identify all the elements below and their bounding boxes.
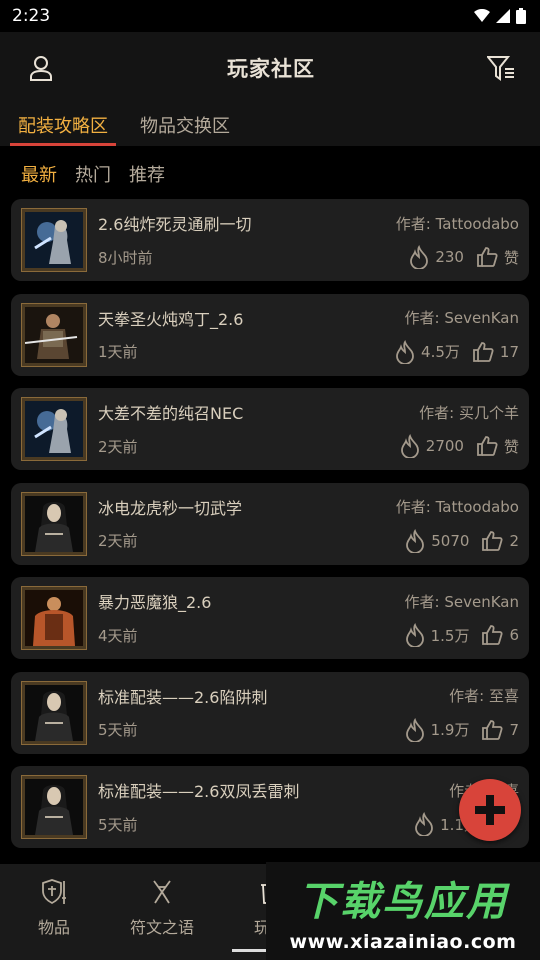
thumbs-up-icon[interactable] bbox=[481, 624, 503, 646]
post-avatar bbox=[21, 680, 87, 745]
post-time: 2天前 bbox=[98, 532, 138, 550]
shield-sword-icon bbox=[42, 879, 66, 905]
post-title: 标准配装——2.6双凤丢雷刺 bbox=[98, 782, 300, 801]
page-title: 玩家社区 bbox=[227, 57, 315, 81]
thumbs-up-icon[interactable] bbox=[476, 435, 498, 457]
thumbs-up-icon[interactable] bbox=[481, 530, 503, 552]
flame-icon bbox=[405, 717, 424, 742]
post-likes: 7 bbox=[509, 720, 519, 739]
post-avatar bbox=[21, 208, 87, 272]
post-avatar bbox=[21, 586, 87, 650]
tab-recommended[interactable]: 推荐 bbox=[129, 161, 165, 187]
sort-tabs: 最新 热门 推荐 bbox=[0, 146, 540, 202]
post-card[interactable]: 大差不差的纯召NEC 作者: 买几个羊 2天前 2700 赞 bbox=[11, 388, 529, 470]
post-title: 大差不差的纯召NEC bbox=[98, 404, 244, 423]
post-avatar bbox=[21, 302, 87, 367]
post-author: 作者: 至喜 bbox=[449, 687, 519, 705]
thumbs-up-icon[interactable] bbox=[472, 341, 494, 363]
post-likes: 6 bbox=[509, 626, 519, 644]
post-card[interactable]: 冰电龙虎秒一切武学 作者: Tattoodabo 2天前 5070 2 bbox=[11, 482, 529, 565]
post-likes: 2 bbox=[509, 531, 519, 550]
tab-latest[interactable]: 最新 bbox=[21, 161, 57, 187]
post-author: 作者: SevenKan bbox=[404, 592, 519, 611]
plus-icon bbox=[475, 795, 505, 825]
post-time: 5天前 bbox=[98, 815, 138, 834]
user-icon bbox=[30, 56, 52, 81]
post-title: 暴力恶魔狼_2.6 bbox=[98, 593, 212, 612]
watermark-url: www.xiazainiao.com bbox=[289, 931, 517, 953]
post-title: 标准配装——2.6陷阱刺 bbox=[98, 687, 268, 707]
post-title: 冰电龙虎秒一切武学 bbox=[98, 498, 243, 518]
post-heat: 5070 bbox=[431, 531, 470, 550]
flame-icon bbox=[405, 623, 424, 647]
tab-hot[interactable]: 热门 bbox=[75, 161, 111, 187]
nav-items-label: 物品 bbox=[37, 918, 70, 937]
add-post-button[interactable] bbox=[459, 779, 521, 841]
flame-icon bbox=[410, 245, 429, 269]
flame-icon bbox=[396, 339, 414, 364]
post-card[interactable]: 暴力恶魔狼_2.6 作者: SevenKan 4天前 1.5万 6 bbox=[11, 577, 529, 659]
post-time: 4天前 bbox=[98, 626, 138, 645]
post-avatar bbox=[21, 775, 87, 839]
post-author: 作者: Tattoodabo bbox=[395, 214, 519, 233]
nav-items[interactable]: 物品 bbox=[0, 864, 108, 960]
tab-item-trade[interactable]: 物品交换区 bbox=[132, 104, 238, 146]
post-heat: 1.9万 bbox=[430, 721, 470, 739]
main-tabs: 配装攻略区 物品交换区 bbox=[0, 104, 540, 146]
profile-button[interactable] bbox=[26, 53, 56, 83]
post-avatar bbox=[21, 397, 87, 461]
post-author: 作者: Tattoodabo bbox=[395, 498, 519, 516]
post-card[interactable]: 标准配装——2.6陷阱刺 作者: 至喜 5天前 1.9万 7 bbox=[11, 671, 529, 754]
post-heat: 4.5万 bbox=[421, 343, 460, 361]
watermark-brand: 下载鸟应用 bbox=[298, 879, 508, 925]
post-likes: 赞 bbox=[503, 248, 519, 267]
post-likes: 赞 bbox=[503, 437, 519, 456]
watermark: 下载鸟应用 www.xiazainiao.com bbox=[266, 862, 540, 960]
signal-icon bbox=[496, 9, 510, 23]
post-heat: 1.5万 bbox=[430, 626, 470, 645]
rune-icon bbox=[153, 880, 171, 904]
flame-icon bbox=[400, 434, 419, 458]
app-header: 玩家社区 bbox=[0, 32, 540, 104]
post-time: 1天前 bbox=[98, 343, 138, 361]
post-card[interactable]: 2.6纯炸死灵通刷一切 作者: Tattoodabo 8小时前 230 赞 bbox=[11, 199, 529, 281]
wifi-icon bbox=[474, 9, 490, 22]
flame-icon bbox=[406, 528, 425, 553]
nav-runewords[interactable]: 符文之语 bbox=[108, 864, 216, 960]
post-heat: 2700 bbox=[425, 437, 464, 455]
thumbs-up-icon[interactable] bbox=[476, 246, 498, 268]
status-bar: 2:23 bbox=[0, 0, 540, 32]
post-author: 作者: 买几个羊 bbox=[419, 403, 519, 422]
status-time: 2:23 bbox=[12, 6, 51, 26]
post-card[interactable]: 标准配装——2.6双凤丢雷刺 作者: 至喜 5天前 1.1万 bbox=[11, 766, 529, 848]
post-time: 8小时前 bbox=[98, 248, 153, 267]
post-title: 天拳圣火炖鸡丁_2.6 bbox=[98, 309, 244, 329]
tab-build-guides[interactable]: 配装攻略区 bbox=[10, 104, 116, 146]
battery-icon bbox=[516, 8, 526, 24]
post-likes: 17 bbox=[499, 342, 519, 361]
filter-button[interactable] bbox=[486, 53, 516, 83]
post-time: 5天前 bbox=[98, 721, 138, 739]
post-card[interactable]: 天拳圣火炖鸡丁_2.6 作者: SevenKan 1天前 4.5万 17 bbox=[11, 293, 529, 376]
post-heat: 230 bbox=[435, 248, 464, 266]
nav-runewords-label: 符文之语 bbox=[129, 918, 194, 937]
post-time: 2天前 bbox=[98, 437, 138, 456]
post-author: 作者: SevenKan bbox=[404, 309, 519, 327]
flame-icon bbox=[415, 812, 434, 836]
post-title: 2.6纯炸死灵通刷一切 bbox=[98, 215, 252, 234]
filter-icon bbox=[487, 56, 514, 81]
post-list: 2.6纯炸死灵通刷一切 作者: Tattoodabo 8小时前 230 赞 天拳… bbox=[11, 199, 529, 861]
post-avatar bbox=[21, 491, 87, 556]
thumbs-up-icon[interactable] bbox=[481, 719, 503, 741]
